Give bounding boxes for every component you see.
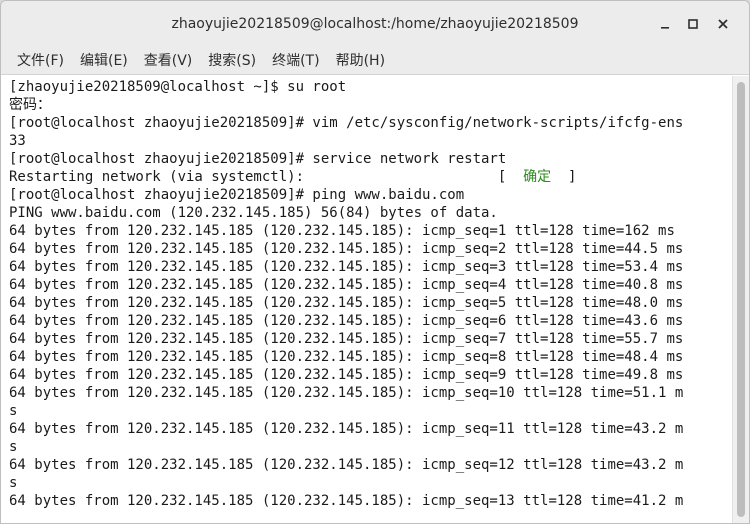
maximize-button[interactable] (681, 12, 705, 36)
terminal-line: 64 bytes from 120.232.145.185 (120.232.1… (9, 277, 684, 293)
terminal-line: 64 bytes from 120.232.145.185 (120.232.1… (9, 313, 684, 329)
terminal-line: 64 bytes from 120.232.145.185 (120.232.1… (9, 241, 684, 257)
terminal-line: 64 bytes from 120.232.145.185 (120.232.1… (9, 367, 684, 383)
terminal-line: [root@localhost zhaoyujie20218509]# ping… (9, 187, 465, 203)
terminal-line: s (9, 403, 18, 419)
terminal-line: 64 bytes from 120.232.145.185 (120.232.1… (9, 259, 684, 275)
maximize-icon (688, 19, 698, 29)
title-bar[interactable]: zhaoyujie20218509@localhost:/home/zhaoyu… (1, 1, 749, 48)
terminal-lines: [zhaoyujie20218509@localhost ~]$ su root… (9, 78, 683, 510)
close-button[interactable] (711, 12, 735, 36)
terminal-line: 64 bytes from 120.232.145.185 (120.232.1… (9, 349, 684, 365)
terminal-output[interactable]: [zhaoyujie20218509@localhost ~]$ su root… (1, 76, 732, 523)
terminal-line: [root@localhost zhaoyujie20218509]# vim … (9, 115, 684, 131)
menu-item[interactable]: 查看(V) (136, 47, 201, 75)
menu-item[interactable]: 帮助(H) (328, 47, 393, 75)
menu-bar: 文件(F) 编辑(E) 查看(V) 搜索(S) 终端(T) 帮助(H) (1, 47, 749, 75)
terminal-line: Restarting network (via systemctl): [ 确定… (9, 168, 683, 186)
terminal-line: 64 bytes from 120.232.145.185 (120.232.1… (9, 295, 684, 311)
terminal-line: 64 bytes from 120.232.145.185 (120.232.1… (9, 223, 675, 239)
terminal-line: 64 bytes from 120.232.145.185 (120.232.1… (9, 331, 684, 347)
terminal-window: zhaoyujie20218509@localhost:/home/zhaoyu… (0, 0, 750, 524)
minimize-icon (661, 27, 669, 29)
status-text: Restarting network (via systemctl): [ (9, 169, 524, 185)
terminal-line: 密码： (9, 97, 51, 113)
minimize-button[interactable] (653, 12, 677, 36)
status-bracket: ] (551, 169, 577, 185)
vertical-scrollbar[interactable] (732, 76, 749, 523)
terminal-line: [zhaoyujie20218509@localhost ~]$ su root (9, 79, 347, 95)
terminal-line: PING www.baidu.com (120.232.145.185) 56(… (9, 205, 498, 221)
close-icon (718, 19, 728, 29)
menu-item[interactable]: 编辑(E) (72, 47, 136, 75)
menu-item[interactable]: 搜索(S) (200, 47, 264, 75)
menu-item[interactable]: 文件(F) (9, 47, 72, 75)
terminal-line: s (9, 475, 18, 491)
terminal-line: 64 bytes from 120.232.145.185 (120.232.1… (9, 493, 684, 509)
terminal-line: 33 (9, 133, 26, 149)
terminal-line: [root@localhost zhaoyujie20218509]# serv… (9, 151, 507, 167)
terminal-line: 64 bytes from 120.232.145.185 (120.232.1… (9, 457, 684, 473)
terminal-line: 64 bytes from 120.232.145.185 (120.232.1… (9, 385, 684, 401)
window-title: zhaoyujie20218509@localhost:/home/zhaoyu… (171, 16, 579, 32)
scrollbar-thumb[interactable] (737, 82, 745, 517)
terminal-line: s (9, 439, 18, 455)
status-ok-badge: 确定 (523, 169, 552, 185)
menu-item[interactable]: 终端(T) (264, 47, 327, 75)
terminal-line: 64 bytes from 120.232.145.185 (120.232.1… (9, 421, 684, 437)
